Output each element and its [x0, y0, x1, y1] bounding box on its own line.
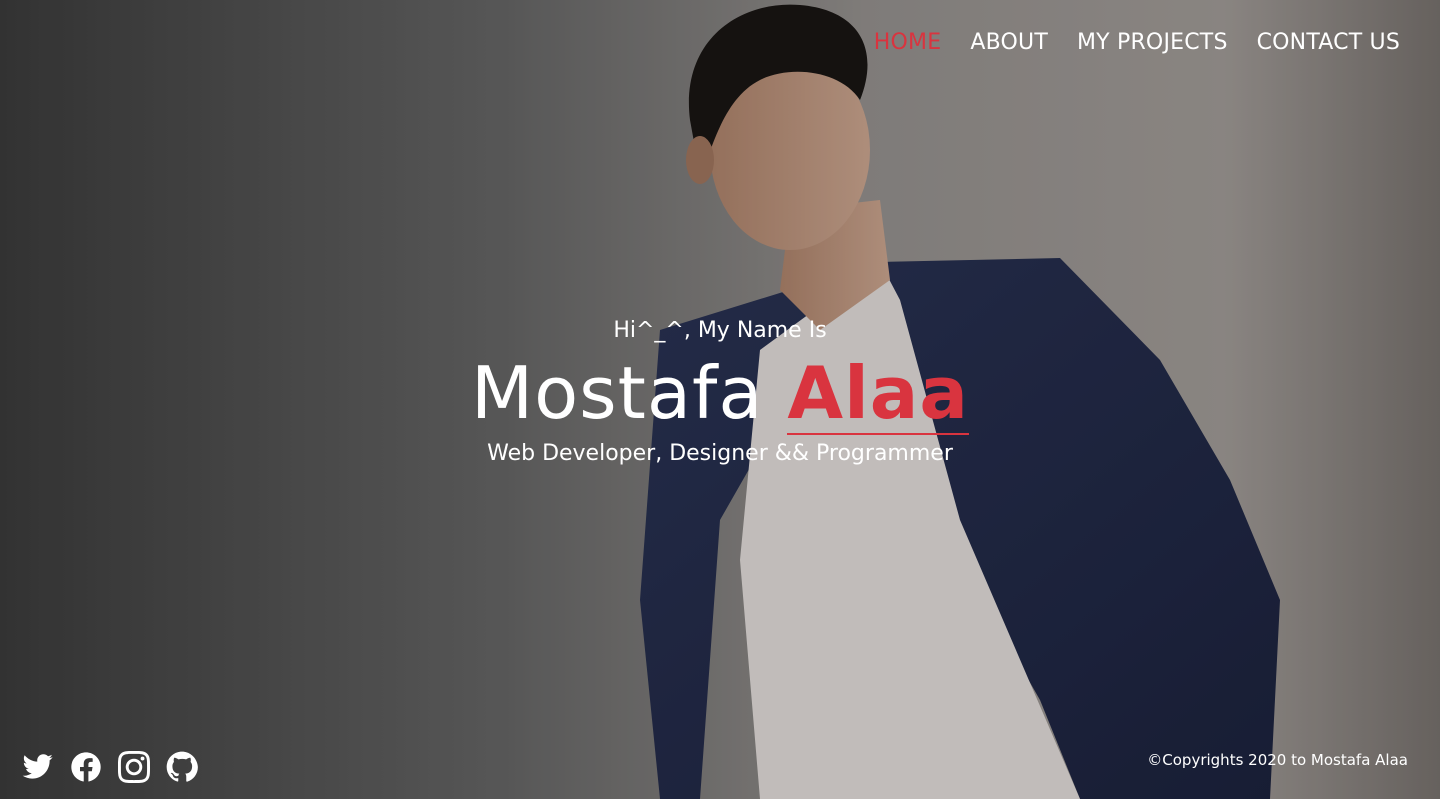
instagram-icon[interactable] [118, 751, 150, 783]
last-name: Alaa [787, 351, 969, 435]
main-nav: HOME ABOUT MY PROJECTS CONTACT US [874, 30, 1400, 55]
nav-my-projects[interactable]: MY PROJECTS [1077, 30, 1228, 55]
github-icon[interactable] [166, 751, 198, 783]
nav-contact-us[interactable]: CONTACT US [1257, 30, 1400, 55]
social-links [22, 751, 198, 783]
nav-about[interactable]: ABOUT [970, 30, 1048, 55]
intro-block: Hi^_^, My Name Is Mostafa Alaa Web Devel… [0, 318, 1440, 466]
copyright-text: ©Copyrights 2020 to Mostafa Alaa [1147, 751, 1408, 769]
first-name: Mostafa [471, 351, 764, 435]
twitter-icon[interactable] [22, 751, 54, 783]
facebook-icon[interactable] [70, 751, 102, 783]
greeting-text: Hi^_^, My Name Is [613, 318, 827, 343]
hero-section: HOME ABOUT MY PROJECTS CONTACT US Hi^_^,… [0, 0, 1440, 799]
nav-home[interactable]: HOME [874, 30, 942, 55]
job-subtitle: Web Developer, Designer && Programmer [487, 441, 953, 466]
person-name: Mostafa Alaa [0, 357, 1440, 435]
